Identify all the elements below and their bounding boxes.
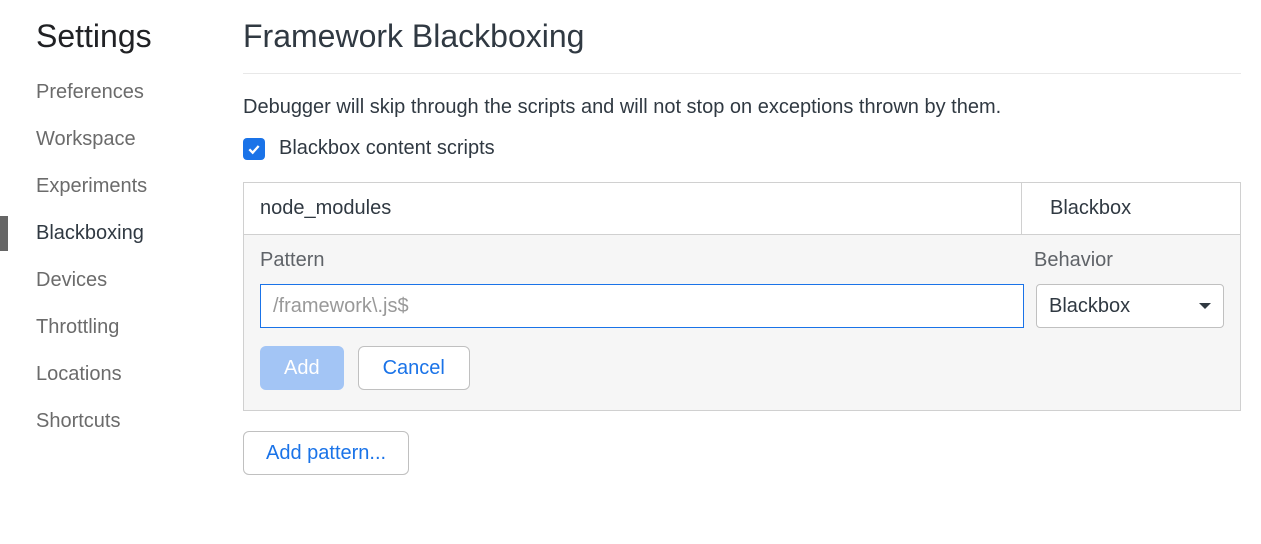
blackbox-content-scripts-label: Blackbox content scripts [279, 137, 495, 160]
checkmark-icon [246, 141, 262, 157]
sidebar-item-shortcuts[interactable]: Shortcuts [0, 398, 215, 445]
sidebar-item-workspace[interactable]: Workspace [0, 116, 215, 163]
behavior-header: Behavior [1022, 249, 1224, 272]
sidebar-item-experiments[interactable]: Experiments [0, 163, 215, 210]
edit-pattern-section: Pattern Behavior Blackbox Add Cancel [244, 235, 1240, 410]
sidebar-title: Settings [0, 18, 215, 69]
pattern-input[interactable] [260, 284, 1024, 328]
sidebar-item-preferences[interactable]: Preferences [0, 69, 215, 116]
page-description: Debugger will skip through the scripts a… [243, 96, 1241, 119]
blackbox-content-scripts-checkbox[interactable] [243, 138, 265, 160]
edit-buttons: Add Cancel [260, 346, 1224, 390]
sidebar-item-throttling[interactable]: Throttling [0, 304, 215, 351]
settings-sidebar: Settings Preferences Workspace Experimen… [0, 0, 215, 544]
cancel-button[interactable]: Cancel [358, 346, 470, 390]
behavior-select[interactable]: Blackbox [1036, 284, 1224, 328]
edit-headers: Pattern Behavior [260, 249, 1224, 272]
patterns-table: node_modules Blackbox Pattern Behavior B… [243, 182, 1241, 411]
sidebar-item-devices[interactable]: Devices [0, 257, 215, 304]
blackbox-content-scripts-row: Blackbox content scripts [243, 137, 1241, 160]
sidebar-nav: Preferences Workspace Experiments Blackb… [0, 69, 215, 445]
page-title: Framework Blackboxing [243, 18, 1241, 74]
table-row[interactable]: node_modules Blackbox [244, 183, 1240, 235]
add-pattern-section: Add pattern... [243, 431, 1241, 475]
sidebar-item-locations[interactable]: Locations [0, 351, 215, 398]
behavior-select-value: Blackbox [1049, 295, 1130, 318]
add-button[interactable]: Add [260, 346, 344, 390]
chevron-down-icon [1199, 303, 1211, 309]
sidebar-item-blackboxing[interactable]: Blackboxing [0, 210, 215, 257]
add-pattern-button[interactable]: Add pattern... [243, 431, 409, 475]
behavior-cell: Blackbox [1022, 183, 1240, 234]
pattern-cell: node_modules [244, 183, 1022, 234]
main-panel: Framework Blackboxing Debugger will skip… [215, 0, 1261, 544]
edit-controls: Blackbox [260, 284, 1224, 328]
pattern-header: Pattern [260, 249, 1022, 272]
